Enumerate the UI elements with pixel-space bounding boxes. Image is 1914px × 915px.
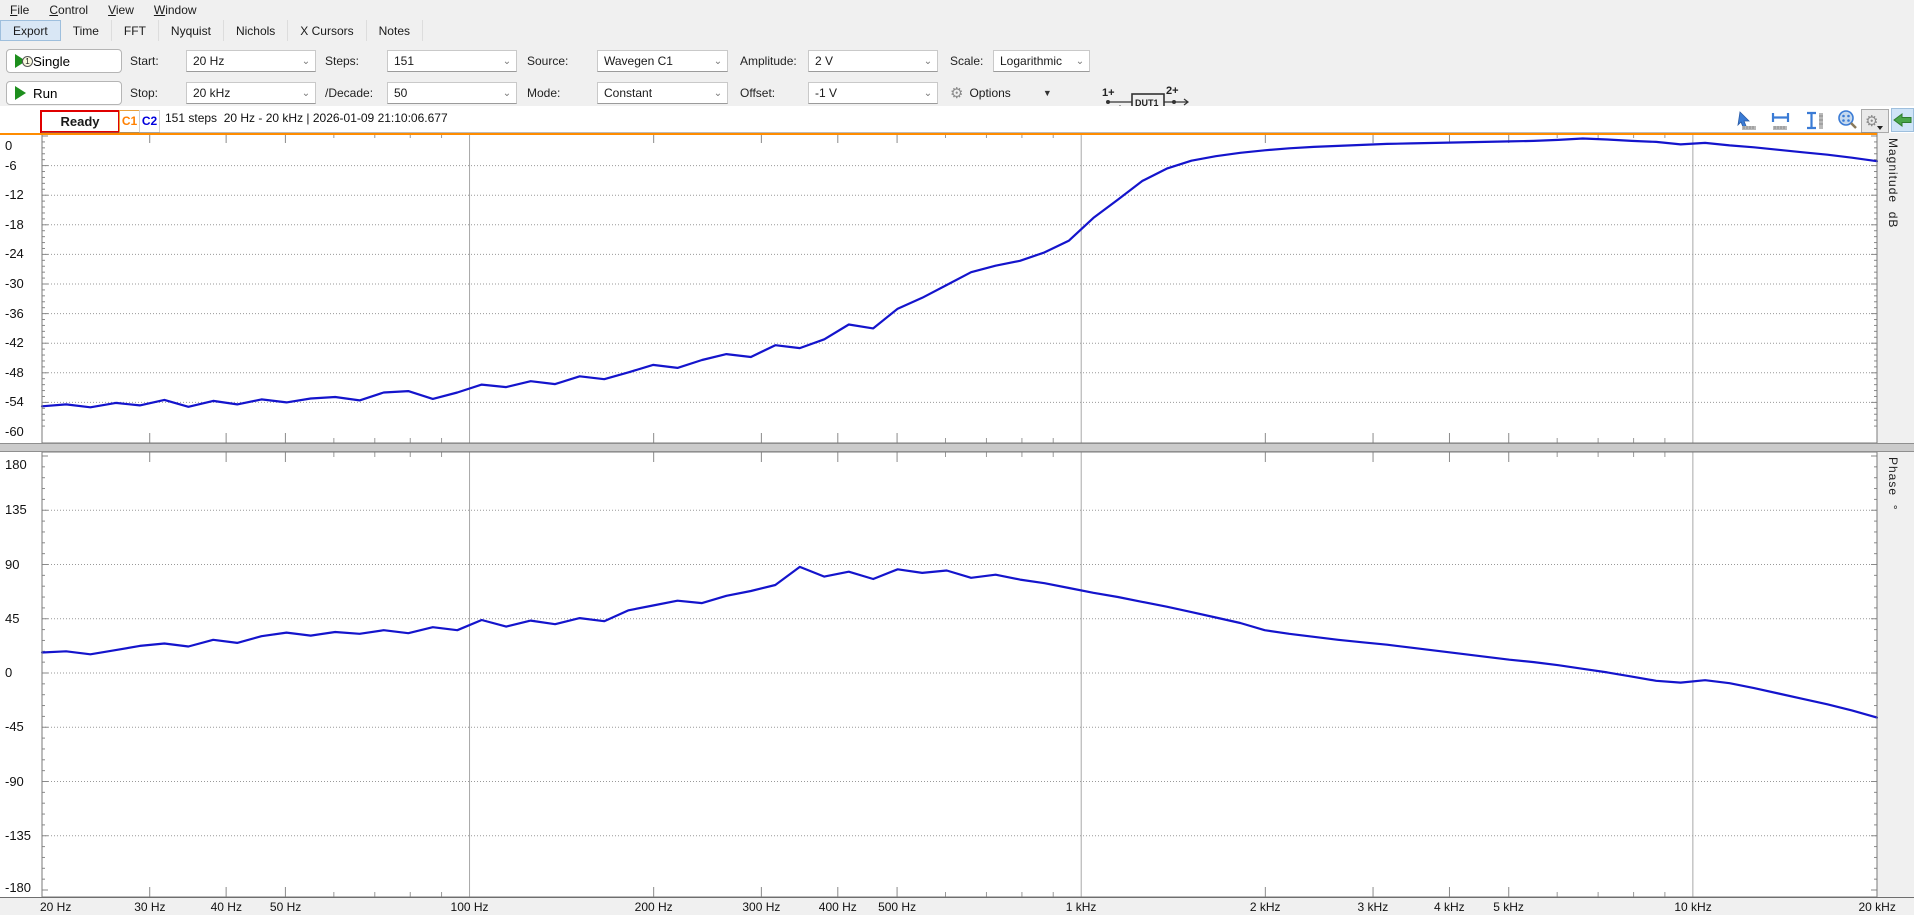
plot-splitter-handle[interactable] [0, 443, 1914, 452]
phase-axis-tick-label: -180 [5, 880, 31, 895]
magnitude-axis-tick-label: -18 [5, 217, 24, 232]
phase-axis-tick-label: -90 [5, 774, 24, 789]
x-axis-tick-label: 30 Hz [134, 900, 165, 914]
phase-axis-tick-label: 90 [5, 557, 19, 572]
x-axis-tick-label: 1 kHz [1066, 900, 1097, 914]
phase-axis-tick-label: 180 [5, 457, 27, 472]
magnitude-axis-tick-label: -48 [5, 365, 24, 380]
magnitude-axis-tick-label: -60 [5, 424, 24, 439]
x-axis-tick-label: 2 kHz [1250, 900, 1281, 914]
x-axis-tick-label: 200 Hz [635, 900, 673, 914]
magnitude-axis-label: Magnitude dB [1886, 138, 1900, 228]
x-axis-tick-label: 5 kHz [1493, 900, 1524, 914]
x-axis-tick-label: 40 Hz [211, 900, 242, 914]
magnitude-axis-tick-label: 0 [5, 138, 12, 153]
magnitude-axis-tick-label: -36 [5, 306, 24, 321]
phase-axis-tick-label: -135 [5, 828, 31, 843]
magnitude-axis-tick-label: -12 [5, 187, 24, 202]
phase-axis-label: Phase ° [1886, 457, 1900, 511]
bode-plot-canvas[interactable] [0, 0, 1914, 915]
magnitude-axis-tick-label: -6 [5, 158, 17, 173]
x-axis-tick-label: 50 Hz [270, 900, 301, 914]
network-analyzer-window: FileControlViewWindow ExportTimeFFTNyqui… [0, 0, 1914, 915]
right-axis-strip: Magnitude dB Phase ° [1878, 133, 1914, 915]
phase-axis-tick-label: 0 [5, 665, 12, 680]
magnitude-axis-tick-label: -30 [5, 276, 24, 291]
x-axis-tick-label: 20 Hz [40, 900, 71, 914]
x-axis-tick-label: 10 kHz [1674, 900, 1711, 914]
x-axis-tick-label: 300 Hz [742, 900, 780, 914]
magnitude-axis-tick-label: -42 [5, 335, 24, 350]
phase-axis-tick-label: -45 [5, 719, 24, 734]
x-axis-tick-label: 3 kHz [1358, 900, 1389, 914]
magnitude-axis-tick-label: -54 [5, 394, 24, 409]
magnitude-axis-tick-label: -24 [5, 246, 24, 261]
x-axis-tick-label: 100 Hz [451, 900, 489, 914]
x-axis-tick-label: 500 Hz [878, 900, 916, 914]
x-axis-tick-label: 400 Hz [819, 900, 857, 914]
x-axis-tick-label: 4 kHz [1434, 900, 1465, 914]
phase-axis-tick-label: 45 [5, 611, 19, 626]
phase-axis-tick-label: 135 [5, 502, 27, 517]
x-axis-tick-label: 20 kHz [1859, 900, 1896, 914]
